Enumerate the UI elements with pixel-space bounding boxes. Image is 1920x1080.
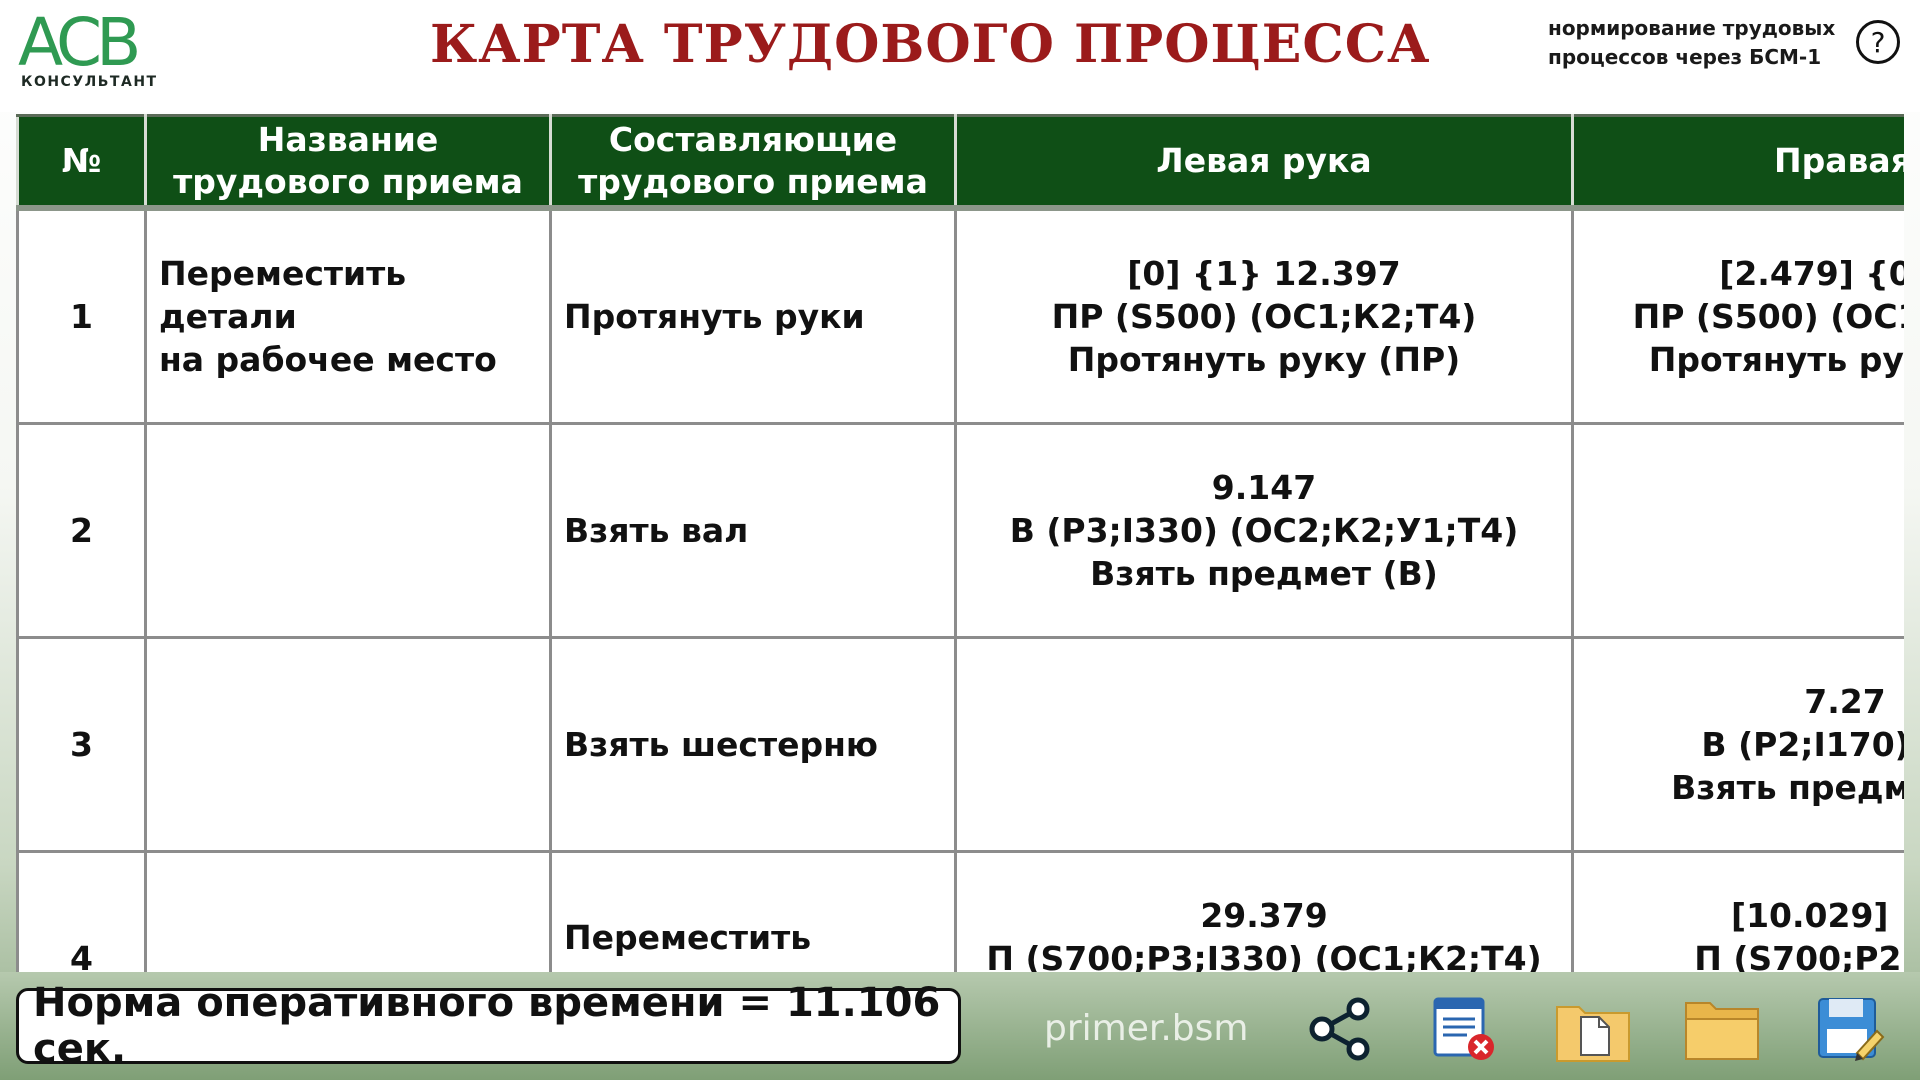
cell-right-hand-line: Протянуть руку (ПР): [1648, 340, 1904, 379]
cell-right-hand-line: [2.479] {0.8}: [1719, 254, 1904, 293]
cell-num[interactable]: 3: [16, 636, 147, 853]
table-row[interactable]: 1 Переместить детали на рабочее место Протя…: [16, 206, 1904, 425]
cell-num-line: 3: [70, 725, 93, 764]
header-left-hand: Левая рука: [954, 114, 1574, 211]
help-button[interactable]: ?: [1856, 20, 1900, 64]
cell-operation-name[interactable]: Переместить детали на рабочее место: [144, 206, 552, 425]
cell-component[interactable]: Протянуть руки: [549, 206, 957, 425]
table-row[interactable]: 4 Переместить детали 29.379 П (S700;Р3;I330…: [16, 850, 1904, 973]
cell-left-hand-line: П (S700;Р3;I330) (ОС1;К2;Т4): [986, 939, 1542, 972]
cell-operation-name-line: на рабочее место: [159, 340, 497, 379]
cell-right-hand-line: [10.029] {0.: [1731, 896, 1904, 935]
app-header: ACB КОНСУЛЬТАНТ КАРТА ТРУДОВОГО ПРОЦЕССА…: [0, 0, 1920, 112]
cell-right-hand-line: В (Р2;I170) (ОС: [1701, 725, 1904, 764]
page-title: КАРТА ТРУДОВОГО ПРОЦЕССА: [430, 14, 1431, 75]
cell-left-hand[interactable]: [954, 636, 1574, 853]
logo-subtitle: КОНСУЛЬТАНТ: [21, 74, 158, 90]
cell-component-line: Переместить детали: [564, 917, 812, 973]
cell-right-hand-line: Взять предмет (В): [1671, 768, 1904, 807]
file-name: primer.bsm: [1044, 1008, 1249, 1049]
cell-num-line: 2: [70, 511, 93, 550]
cell-left-hand[interactable]: [0] {1} 12.397 ПР (S500) (ОС1;К2;Т4) Протя…: [954, 206, 1574, 425]
cell-num[interactable]: 2: [16, 422, 147, 639]
table-row[interactable]: 3 Взять шестерню 7.27 В (Р2;I170) (ОС Взять …: [16, 636, 1904, 853]
cell-component-line: Взять вал: [564, 511, 749, 550]
operational-time-norm: Норма оперативного времени = 11.106 сек.: [16, 980, 961, 1072]
clear-list-button[interactable]: [1420, 992, 1502, 1066]
table-body: 1 Переместить детали на рабочее место Протя…: [16, 206, 1904, 973]
cell-left-hand[interactable]: 29.379П (S700;Р3;I330) (ОС1;К2;Т4)Переме…: [954, 850, 1574, 972]
logo-mark: ACB: [18, 4, 141, 81]
new-file-icon: [1556, 1006, 1630, 1062]
cell-left-hand-line: 9.147: [1211, 468, 1317, 507]
header-operation-name: Название трудового приема: [144, 114, 552, 211]
cell-num-line: 1: [70, 297, 93, 336]
question-icon: ?: [1870, 25, 1886, 59]
cell-right-hand[interactable]: [1571, 422, 1904, 639]
process-table-viewport[interactable]: № Название трудового приема Составляющие…: [16, 114, 1904, 972]
cell-operation-name[interactable]: [144, 850, 552, 972]
cell-num[interactable]: 4: [16, 850, 147, 972]
table-header-row: № Название трудового приема Составляющие…: [16, 114, 1904, 211]
share-button[interactable]: [1300, 992, 1382, 1066]
cell-left-hand-line: ПР (S500) (ОС1;К2;Т4): [1051, 297, 1477, 336]
method-caption: нормирование трудовых процессов через БС…: [1548, 14, 1835, 72]
header-right-hand: Правая рука: [1571, 114, 1904, 211]
save-icon: [1818, 998, 1885, 1061]
method-caption-line2: процессов через БСМ-1: [1548, 45, 1822, 69]
cell-left-hand-line: 29.379: [1200, 896, 1328, 935]
new-file-button[interactable]: [1552, 992, 1634, 1066]
cell-left-hand-line: [0] {1} 12.397: [1127, 254, 1401, 293]
clear-list-icon: [1433, 997, 1494, 1060]
open-folder-icon: [1685, 1002, 1759, 1060]
company-logo: ACB КОНСУЛЬТАНТ: [18, 4, 168, 91]
cell-component-line: Взять шестерню: [564, 725, 878, 764]
cell-component[interactable]: Взять шестерню: [549, 636, 957, 853]
cell-right-hand[interactable]: [10.029] {0.П (S700;Р2;I170Переместить п…: [1571, 850, 1904, 972]
cell-component-line: Протянуть руки: [564, 297, 865, 336]
header-num: №: [16, 114, 147, 211]
share-icon: [1309, 997, 1370, 1061]
table-row[interactable]: 2 Взять вал 9.147 В (Р3;I330) (ОС2;К2;У1;Т4…: [16, 422, 1904, 639]
open-folder-button[interactable]: [1682, 992, 1764, 1066]
process-table: № Название трудового приема Составляющие…: [16, 114, 1904, 972]
cell-right-hand[interactable]: [2.479] {0.8} ПР (S500) (ОС1;К2;Т4) Протян…: [1571, 206, 1904, 425]
cell-left-hand[interactable]: 9.147 В (Р3;I330) (ОС2;К2;У1;Т4) Взять пре…: [954, 422, 1574, 639]
cell-component[interactable]: Взять вал: [549, 422, 957, 639]
method-caption-line1: нормирование трудовых: [1548, 16, 1836, 40]
cell-left-hand-line: В (Р3;I330) (ОС2;К2;У1;Т4): [1009, 511, 1519, 550]
cell-num[interactable]: 1: [16, 206, 147, 425]
cell-component[interactable]: Переместить детали: [549, 850, 957, 973]
save-button[interactable]: [1810, 992, 1892, 1066]
cell-left-hand-line: Протянуть руку (ПР): [1067, 340, 1461, 379]
cell-operation-name[interactable]: [144, 422, 552, 639]
cell-right-hand-line: П (S700;Р2;I170: [1694, 939, 1904, 972]
cell-operation-name[interactable]: [144, 636, 552, 853]
header-components: Составляющие трудового приема: [549, 114, 957, 211]
cell-right-hand-line: 7.27: [1804, 682, 1886, 721]
cell-num-line: 4: [70, 939, 93, 972]
cell-right-hand[interactable]: 7.27 В (Р2;I170) (ОС Взять предмет (В): [1571, 636, 1904, 853]
cell-left-hand-line: Взять предмет (В): [1090, 554, 1438, 593]
cell-right-hand-line: ПР (S500) (ОС1;К2;Т4): [1632, 297, 1904, 336]
cell-operation-name-line: Переместить детали: [159, 254, 407, 336]
bottom-toolbar: Норма оперативного времени = 11.106 сек.…: [0, 972, 1920, 1080]
